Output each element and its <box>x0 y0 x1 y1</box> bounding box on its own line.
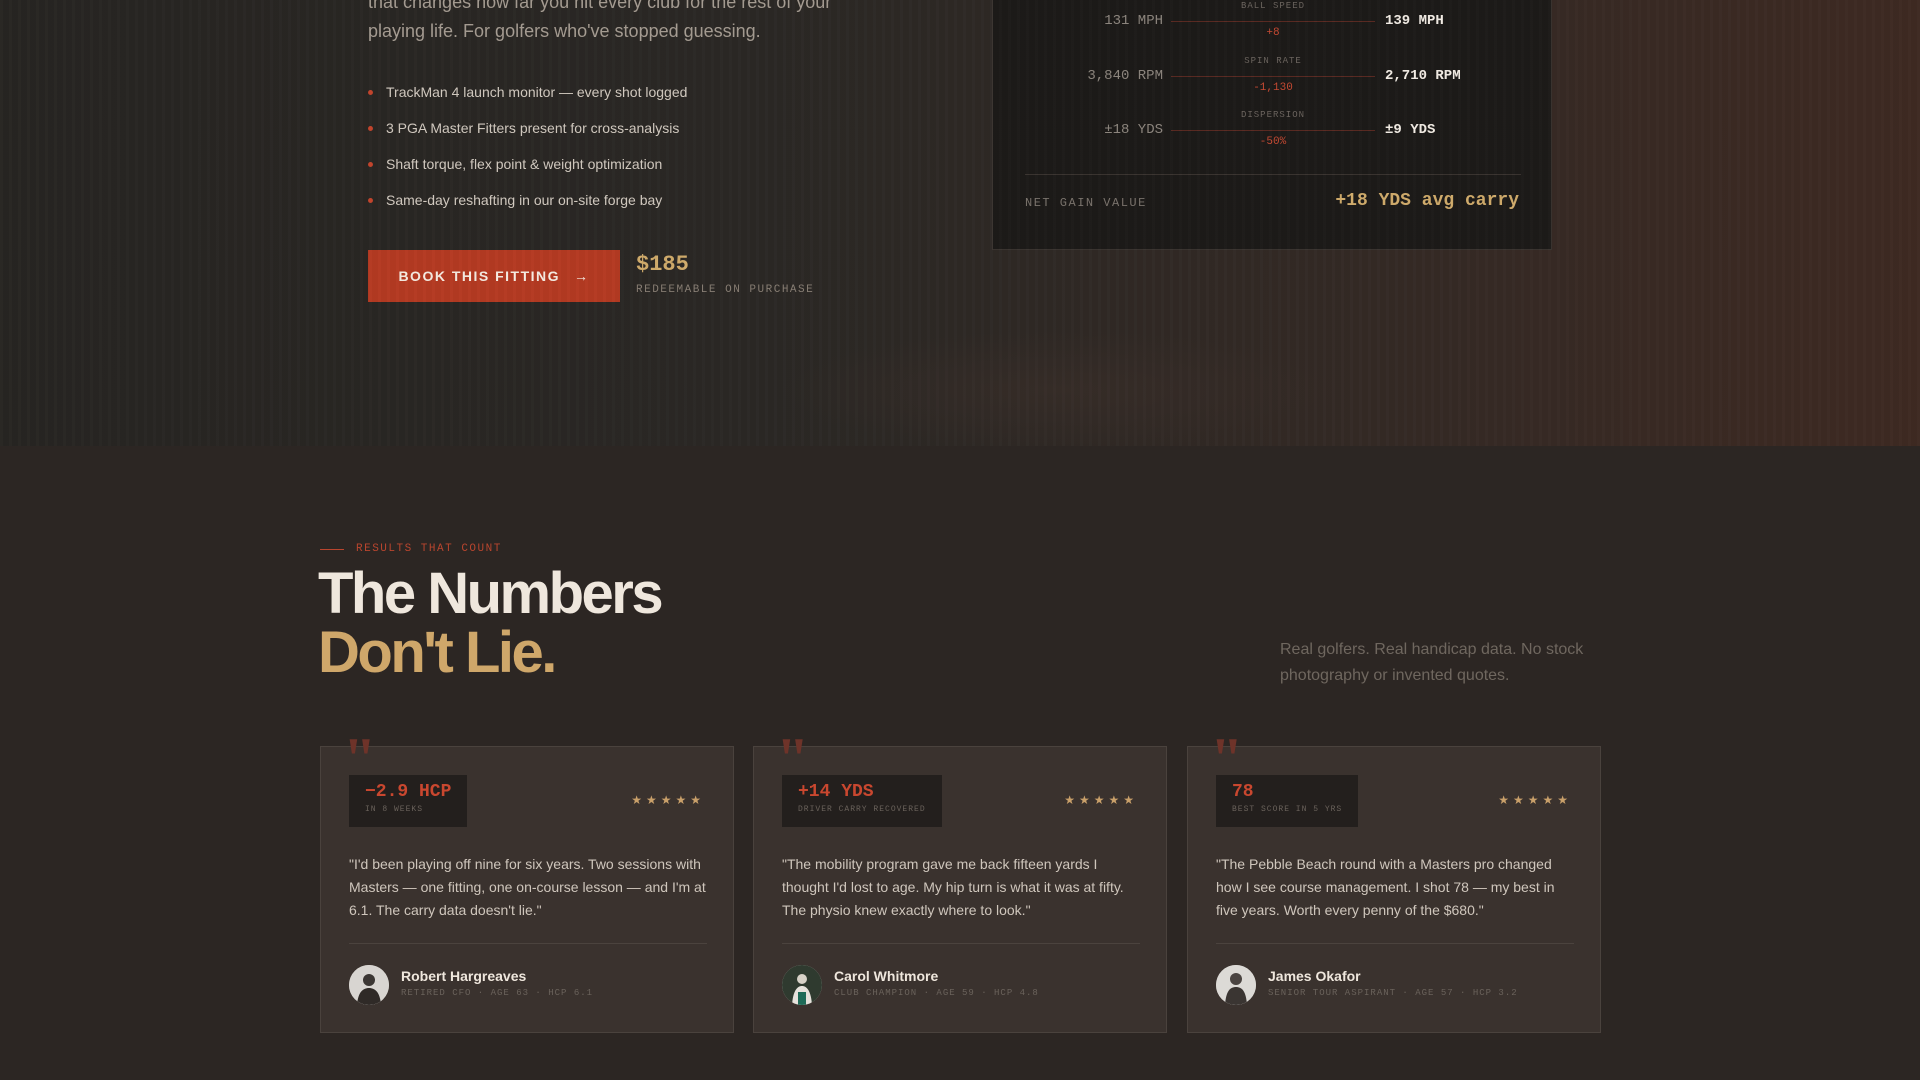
metric-after: 139 MPH <box>1385 13 1444 29</box>
reviewer-meta: CLUB CHAMPION · AGE 59 · HCP 4.8 <box>834 988 1039 998</box>
result-stat-badge: 78 BEST SCORE IN 5 YRS <box>1216 775 1359 827</box>
book-fitting-button[interactable]: BOOK THIS FITTING → <box>368 250 620 302</box>
feature-item: Same-day reshafting in our on-site forge… <box>368 190 687 226</box>
metric-row-dispersion: DISPERSION ±18 YDS -50% ±9 YDS <box>993 110 1553 160</box>
metric-before: 131 MPH <box>1104 13 1163 29</box>
price-note: REDEEMABLE ON PURCHASE <box>636 284 815 296</box>
feature-item: TrackMan 4 launch monitor — every shot l… <box>368 82 687 118</box>
feature-list: TrackMan 4 launch monitor — every shot l… <box>368 82 687 226</box>
intro-paragraph: that changes how far you hit every club … <box>368 0 848 46</box>
testimonial-card: " −2.9 HCP IN 8 WEEKS ★★★★★ "I'd been pl… <box>320 729 734 1033</box>
hero-section: that changes how far you hit every club … <box>0 0 1920 446</box>
metrics-panel: BALL SPEED 131 MPH +8 139 MPH SPIN RATE … <box>992 0 1552 250</box>
reviewer-meta: SENIOR TOUR ASPIRANT · AGE 57 · HCP 3.2 <box>1268 988 1518 998</box>
testimonial-quote: "The Pebble Beach round with a Masters p… <box>1216 856 1555 918</box>
reviewer-name: James Okafor <box>1268 968 1361 984</box>
result-stat-caption: IN 8 WEEKS <box>365 805 424 814</box>
net-gain-label: NET GAIN VALUE <box>1025 196 1147 210</box>
metric-row-spin-rate: SPIN RATE 3,840 RPM -1,130 2,710 RPM <box>993 56 1553 106</box>
result-stat-badge: −2.9 HCP IN 8 WEEKS <box>349 775 468 827</box>
reviewer-name: Carol Whitmore <box>834 968 939 984</box>
section-title-line-2: Don't Lie. <box>318 620 557 685</box>
reviewer-meta: RETIRED CFO · AGE 63 · HCP 6.1 <box>401 988 594 998</box>
metric-before: ±18 YDS <box>1104 122 1163 138</box>
results-section: RESULTS THAT COUNT The Numbers Don't Lie… <box>0 446 1920 1080</box>
result-stat-caption: DRIVER CARRY RECOVERED <box>798 805 926 814</box>
metric-divider <box>1171 76 1375 77</box>
card-divider <box>349 943 707 944</box>
metric-before: 3,840 RPM <box>1087 68 1163 84</box>
metric-label: DISPERSION <box>1240 110 1305 120</box>
section-eyebrow: RESULTS THAT COUNT <box>320 543 502 555</box>
testimonial-quote: "The mobility program gave me back fifte… <box>782 856 1124 918</box>
avatar <box>349 965 389 1005</box>
eyebrow-label: RESULTS THAT COUNT <box>356 543 502 555</box>
testimonial-quote: "I'd been playing off nine for six years… <box>349 856 706 918</box>
panel-divider <box>1025 174 1521 175</box>
net-gain-value: +18 YDS avg carry <box>1335 191 1519 211</box>
intro-line-1: that changes how far you hit every club … <box>368 0 832 12</box>
result-stat-caption: BEST SCORE IN 5 YRS <box>1232 805 1343 814</box>
card-divider <box>1216 943 1574 944</box>
reviewer-name: Robert Hargreaves <box>401 968 527 984</box>
star-rating-icon: ★★★★★ <box>1064 793 1138 807</box>
arrow-right-icon: → <box>574 268 590 284</box>
feature-item: 3 PGA Master Fitters present for cross-a… <box>368 118 687 154</box>
section-description: Real golfers. Real handicap data. No sto… <box>1280 641 1584 684</box>
book-fitting-label: BOOK THIS FITTING <box>398 268 561 284</box>
star-rating-icon: ★★★★★ <box>631 793 705 807</box>
metric-after: ±9 YDS <box>1385 122 1436 138</box>
intro-line-2: playing life. For golfers who've stopped… <box>368 21 761 41</box>
metric-delta: -50% <box>1259 136 1287 148</box>
metric-divider <box>1171 21 1375 22</box>
metric-label: BALL SPEED <box>1240 1 1305 11</box>
metric-after: 2,710 RPM <box>1385 68 1461 84</box>
testimonial-card: " 78 BEST SCORE IN 5 YRS ★★★★★ "The Pebb… <box>1187 729 1601 1033</box>
avatar <box>1216 965 1256 1005</box>
metric-divider <box>1171 130 1375 131</box>
feature-item: Shaft torque, flex point & weight optimi… <box>368 154 687 190</box>
result-stat-value: +14 YDS <box>798 782 874 802</box>
eyebrow-dash <box>320 548 344 550</box>
result-stat-value: −2.9 HCP <box>365 782 452 802</box>
result-stat-value: 78 <box>1232 782 1254 802</box>
section-title-line-1: The Numbers <box>318 561 664 626</box>
result-stat-badge: +14 YDS DRIVER CARRY RECOVERED <box>782 775 942 827</box>
fitting-price: $185 <box>636 252 689 277</box>
metric-row-ball-speed: BALL SPEED 131 MPH +8 139 MPH <box>993 1 1553 51</box>
metric-label: SPIN RATE <box>1244 56 1302 66</box>
avatar <box>782 965 822 1005</box>
metric-delta: -1,130 <box>1253 82 1293 94</box>
testimonial-card: " +14 YDS DRIVER CARRY RECOVERED ★★★★★ "… <box>753 729 1167 1033</box>
metric-delta: +8 <box>1266 27 1280 39</box>
star-rating-icon: ★★★★★ <box>1498 793 1572 807</box>
card-divider <box>782 943 1140 944</box>
